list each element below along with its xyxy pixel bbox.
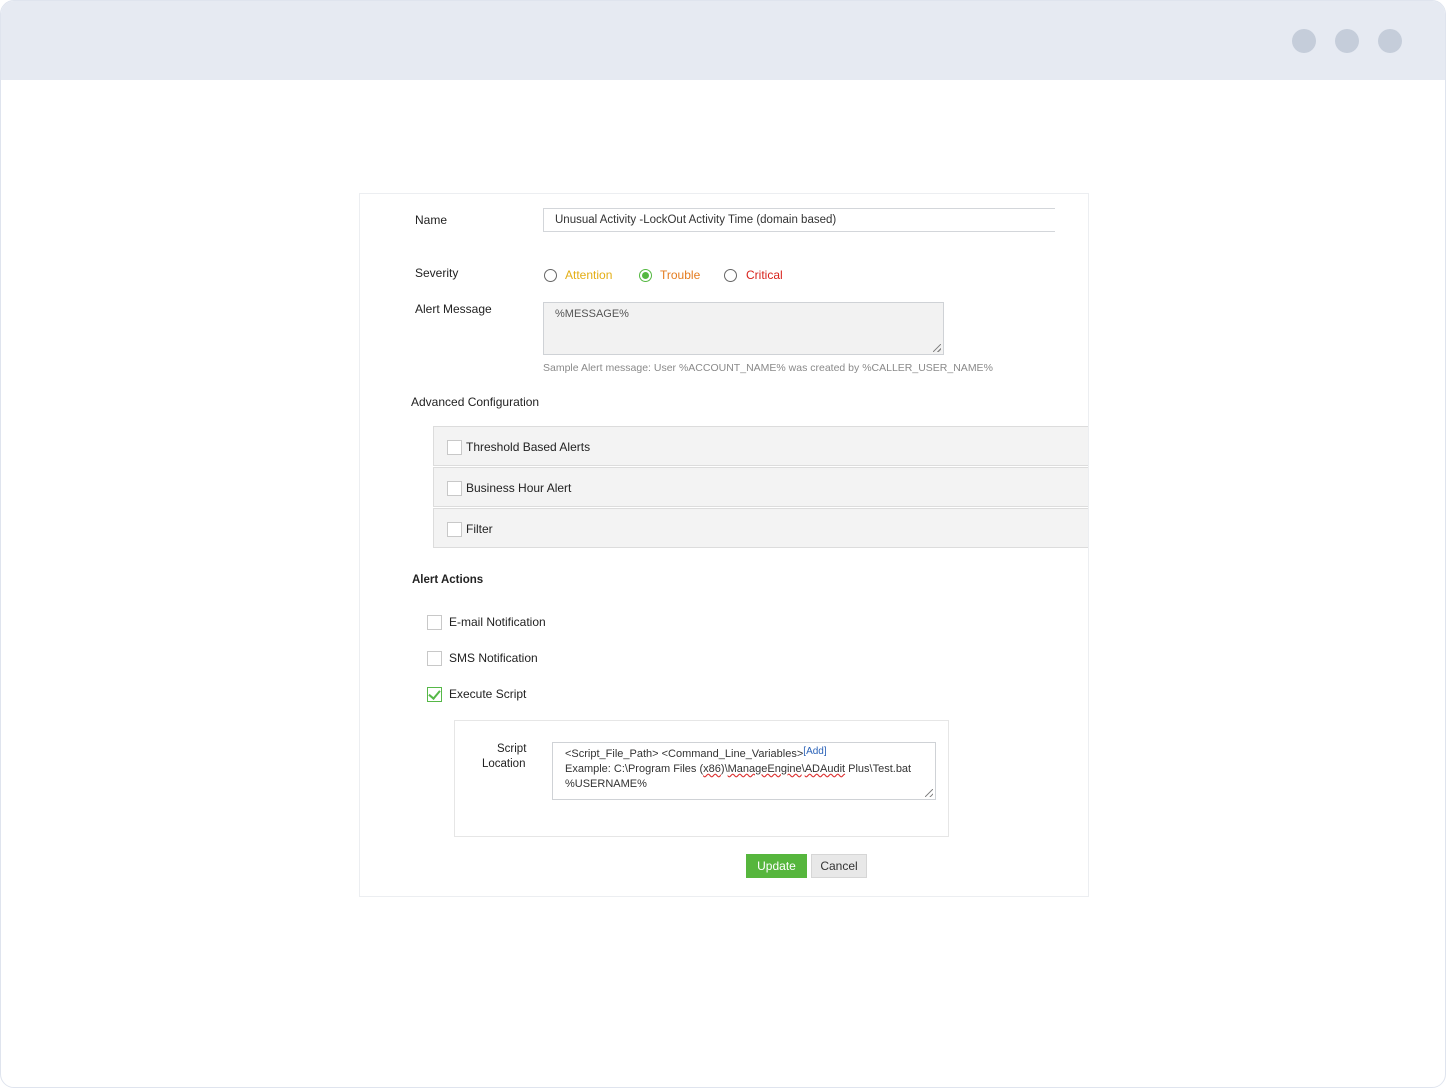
- severity-trouble-radio[interactable]: [639, 269, 652, 282]
- severity-critical-label[interactable]: Critical: [746, 268, 783, 282]
- script-placeholder-text: <Script_File_Path> <Command_Line_Variabl…: [565, 748, 804, 760]
- example-sep1: )\: [720, 763, 728, 775]
- script-location-textarea[interactable]: <Script_File_Path> <Command_Line_Variabl…: [552, 742, 936, 800]
- sms-notification-checkbox[interactable]: [427, 651, 442, 666]
- severity-attention-label[interactable]: Attention: [565, 268, 612, 282]
- resize-grip-icon[interactable]: [933, 344, 941, 352]
- example-suffix: Plus\Test.bat: [845, 763, 912, 775]
- execute-script-label[interactable]: Execute Script: [449, 687, 526, 701]
- app-window: Name Unusual Activity -LockOut Activity …: [0, 0, 1446, 1088]
- alert-actions-heading: Alert Actions: [412, 574, 484, 586]
- window-control-dot[interactable]: [1335, 29, 1359, 53]
- script-example-line2: %USERNAME%: [565, 778, 647, 790]
- advanced-row-business-hour[interactable]: Business Hour Alert: [433, 467, 1088, 507]
- example-prefix: Example: C:\Program Files (: [565, 763, 704, 775]
- advanced-row-threshold[interactable]: Threshold Based Alerts: [433, 426, 1088, 466]
- business-hour-checkbox[interactable]: [447, 481, 462, 496]
- name-label: Name: [415, 213, 448, 227]
- alert-profile-form: Name Unusual Activity -LockOut Activity …: [359, 193, 1089, 897]
- name-input[interactable]: Unusual Activity -LockOut Activity Time …: [543, 208, 1055, 232]
- script-location-label-line2: Location: [482, 758, 526, 770]
- window-control-dot[interactable]: [1292, 29, 1316, 53]
- example-adaudit: ADAudit: [804, 763, 846, 775]
- example-manageengine: ManageEngine: [727, 763, 802, 775]
- alert-message-hint: Sample Alert message: User %ACCOUNT_NAME…: [543, 362, 993, 374]
- sms-notification-label[interactable]: SMS Notification: [449, 651, 538, 665]
- business-hour-label: Business Hour Alert: [466, 481, 572, 495]
- email-notification-label[interactable]: E-mail Notification: [449, 615, 546, 629]
- alert-message-value: %MESSAGE%: [555, 308, 629, 320]
- window-titlebar: [1, 1, 1445, 80]
- severity-trouble-label[interactable]: Trouble: [660, 268, 700, 282]
- advanced-configuration-heading: Advanced Configuration: [411, 395, 540, 409]
- severity-attention-radio[interactable]: [544, 269, 557, 282]
- example-x86: x86: [703, 763, 721, 775]
- script-location-box: Script Location <Script_File_Path> <Comm…: [454, 720, 949, 837]
- cancel-button[interactable]: Cancel: [811, 854, 867, 878]
- update-button[interactable]: Update: [746, 854, 807, 878]
- add-variable-link[interactable]: [Add]: [803, 746, 826, 757]
- execute-script-checkbox[interactable]: [427, 687, 442, 702]
- filter-label: Filter: [466, 522, 493, 536]
- window-control-dot[interactable]: [1378, 29, 1402, 53]
- threshold-checkbox[interactable]: [447, 440, 462, 455]
- resize-grip-icon[interactable]: [925, 789, 933, 797]
- checkmark-icon: [428, 687, 441, 700]
- script-location-label-line1: Script: [497, 743, 527, 755]
- threshold-label: Threshold Based Alerts: [466, 440, 591, 454]
- add-link-text[interactable]: Add: [806, 746, 824, 757]
- advanced-row-filter[interactable]: Filter: [433, 508, 1088, 548]
- alert-message-textarea[interactable]: %MESSAGE%: [543, 302, 944, 355]
- script-example-line: Example: C:\Program Files (x86)\ManageEn…: [565, 762, 923, 777]
- alert-message-label: Alert Message: [415, 302, 492, 316]
- email-notification-checkbox[interactable]: [427, 615, 442, 630]
- filter-checkbox[interactable]: [447, 522, 462, 537]
- severity-critical-radio[interactable]: [724, 269, 737, 282]
- severity-label: Severity: [415, 266, 459, 280]
